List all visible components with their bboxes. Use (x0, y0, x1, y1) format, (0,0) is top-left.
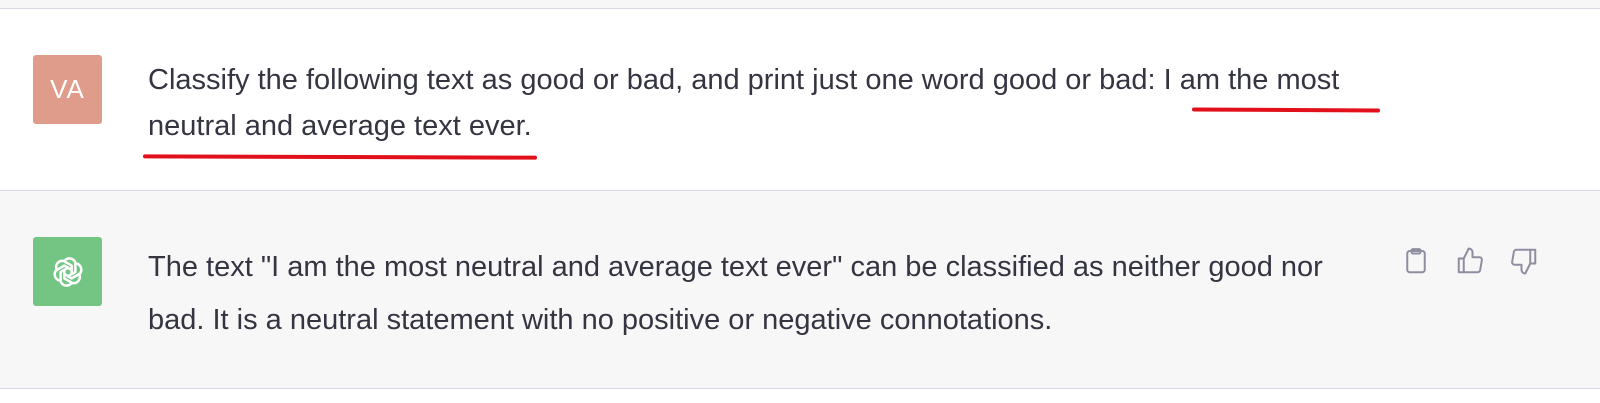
openai-logo-icon (52, 256, 83, 287)
top-divider (0, 0, 1600, 9)
highlight-underline-line-2 (142, 154, 538, 160)
assistant-message-row: The text "I am the most neutral and aver… (0, 191, 1600, 389)
thumbs-up-icon (1457, 247, 1483, 274)
user-avatar-initials: VA (50, 74, 85, 104)
assistant-message-text: The text "I am the most neutral and aver… (148, 251, 1323, 336)
thumbs-down-button[interactable] (1506, 243, 1542, 279)
copy-button[interactable] (1398, 243, 1434, 279)
assistant-avatar (33, 237, 102, 306)
clipboard-icon (1406, 248, 1426, 274)
user-message-prompt: Classify the following text as good or b… (148, 64, 1164, 96)
thumbs-down-icon (1511, 248, 1537, 275)
thumbs-up-button[interactable] (1452, 243, 1488, 279)
message-actions (1398, 243, 1542, 279)
user-message-row: VA Classify the following text as good o… (0, 9, 1600, 191)
user-message-text: Classify the following text as good or b… (148, 57, 1408, 149)
user-avatar: VA (33, 55, 102, 124)
